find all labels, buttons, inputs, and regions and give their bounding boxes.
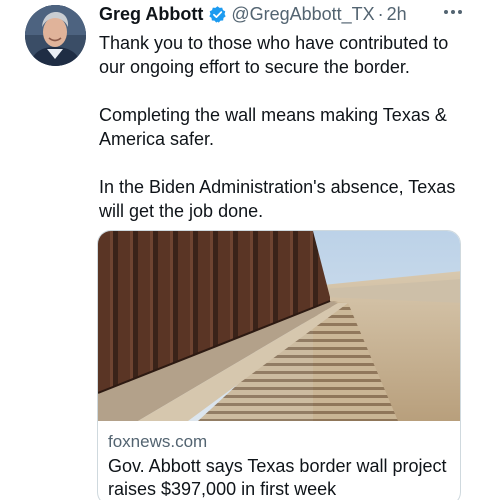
card-title[interactable]: Gov. Abbott says Texas border wall proje… <box>108 455 453 500</box>
author-handle[interactable]: @GregAbbott_TX <box>231 4 374 25</box>
tweet-paragraph: Thank you to those who have contributed … <box>99 33 449 77</box>
verified-badge-icon <box>208 5 227 24</box>
card-domain: foxnews.com <box>108 432 208 451</box>
tweet-timestamp[interactable]: 2h <box>387 4 407 25</box>
tweet[interactable]: Greg Abbott @GregAbbott_TX · 2h Thank yo… <box>0 0 483 500</box>
link-preview-card[interactable]: foxnews.com Gov. Abbott says Texas borde… <box>97 230 461 500</box>
separator-dot: · <box>377 3 384 24</box>
tweet-text: Thank you to those who have contributed … <box>99 31 477 223</box>
avatar-photo <box>25 5 86 66</box>
tweet-paragraph: In the Biden Administration's absence, T… <box>99 177 456 221</box>
avatar[interactable] <box>25 5 86 66</box>
more-horizontal-icon[interactable] <box>440 2 466 22</box>
border-wall-image[interactable] <box>98 231 461 421</box>
tweet-paragraph: Completing the wall means making Texas &… <box>99 105 447 149</box>
card-meta: foxnews.com Gov. Abbott says Texas borde… <box>108 431 453 500</box>
author-name[interactable]: Greg Abbott <box>99 4 203 25</box>
tweet-header: Greg Abbott @GregAbbott_TX · 2h <box>99 2 407 26</box>
